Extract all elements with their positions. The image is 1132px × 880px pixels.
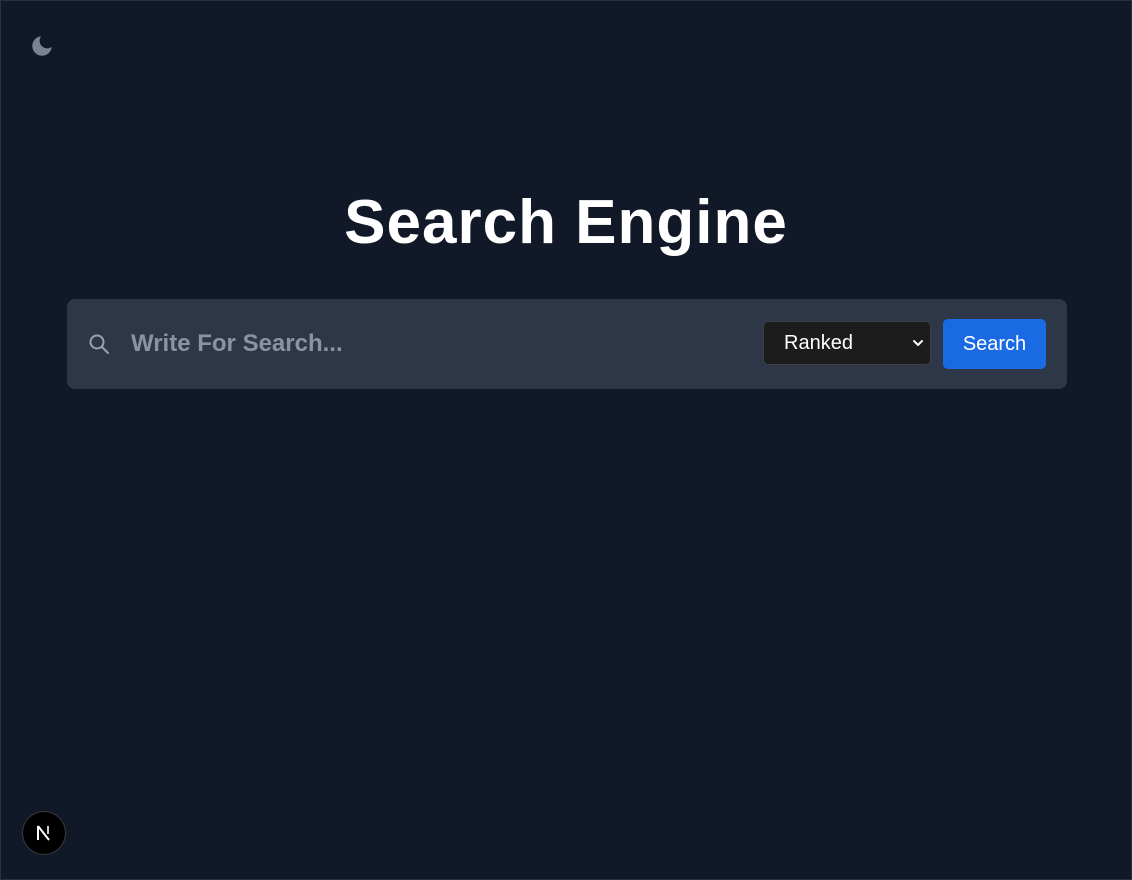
page: Search Engine Ranked Search bbox=[0, 0, 1132, 880]
search-mode-selected-value: Ranked bbox=[784, 331, 853, 354]
search-bar: Ranked Search bbox=[67, 299, 1067, 389]
search-button[interactable]: Search bbox=[943, 319, 1046, 369]
chevron-down-icon bbox=[913, 340, 923, 346]
nextjs-badge-button[interactable] bbox=[22, 811, 66, 855]
search-input[interactable] bbox=[131, 324, 731, 364]
nextjs-logo-icon bbox=[37, 825, 50, 841]
search-icon bbox=[89, 334, 109, 354]
page-title: Search Engine bbox=[344, 188, 788, 257]
theme-toggle-button[interactable] bbox=[27, 31, 57, 61]
search-mode-select[interactable]: Ranked bbox=[763, 321, 931, 365]
moon-icon bbox=[32, 36, 52, 56]
